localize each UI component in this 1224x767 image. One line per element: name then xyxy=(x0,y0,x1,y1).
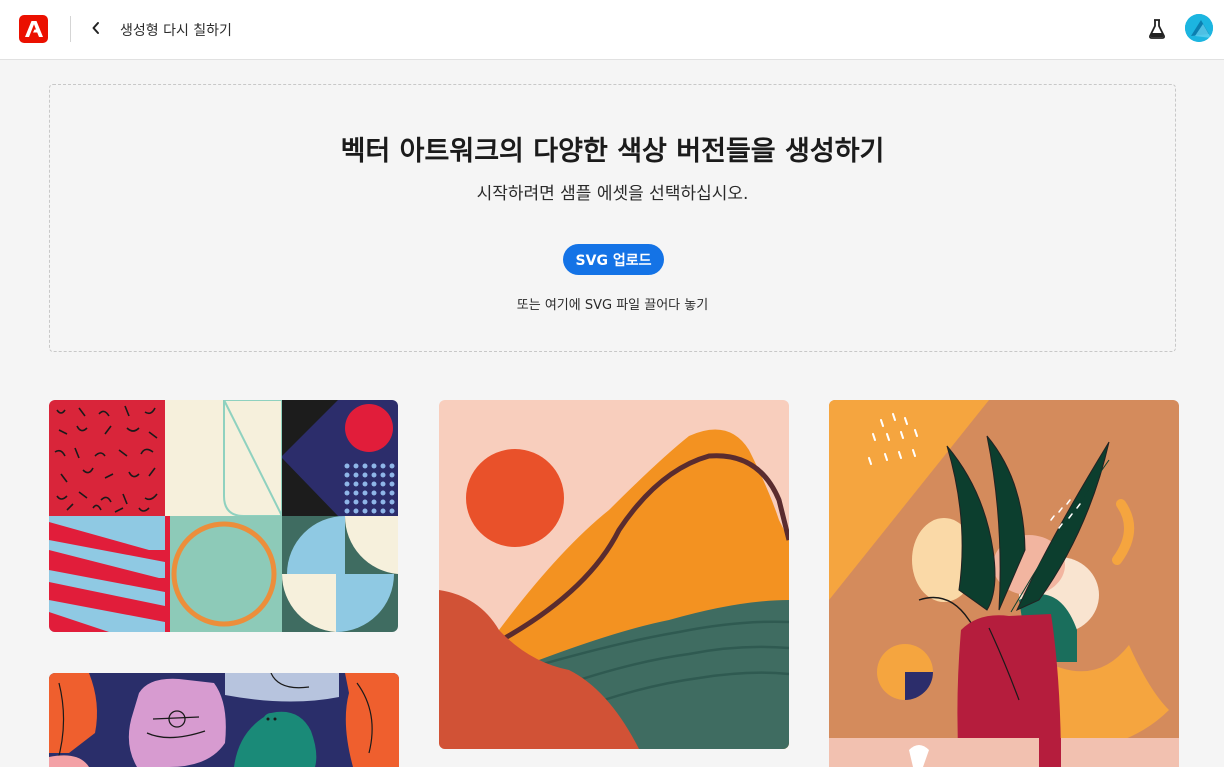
breadcrumb: 생성형 다시 칠하기 xyxy=(120,23,232,39)
page-title: 벡터 아트워크의 다양한 색상 버전들을 생성하기 xyxy=(340,136,885,167)
adobe-logo-icon[interactable] xyxy=(19,15,48,43)
chevron-left-icon[interactable] xyxy=(86,18,106,38)
header-divider xyxy=(70,16,71,42)
characters-pattern-sample[interactable] xyxy=(49,673,399,767)
abstract-landscape-sample[interactable] xyxy=(439,400,789,749)
page-subtitle: 시작하려면 샘플 에셋을 선택하십시오. xyxy=(476,184,749,204)
user-avatar[interactable] xyxy=(1185,14,1213,42)
flask-icon[interactable] xyxy=(1146,18,1168,40)
upload-svg-button[interactable]: SVG 업로드 xyxy=(563,244,664,275)
top-bar: 생성형 다시 칠하기 xyxy=(0,0,1224,60)
plant-vase-sample[interactable] xyxy=(829,400,1179,767)
drop-hint: 또는 여기에 SVG 파일 끌어다 놓기 xyxy=(516,298,709,313)
svg-drop-zone[interactable]: 벡터 아트워크의 다양한 색상 버전들을 생성하기 시작하려면 샘플 에셋을 선… xyxy=(49,84,1176,352)
geometric-pattern-sample[interactable] xyxy=(49,400,398,632)
